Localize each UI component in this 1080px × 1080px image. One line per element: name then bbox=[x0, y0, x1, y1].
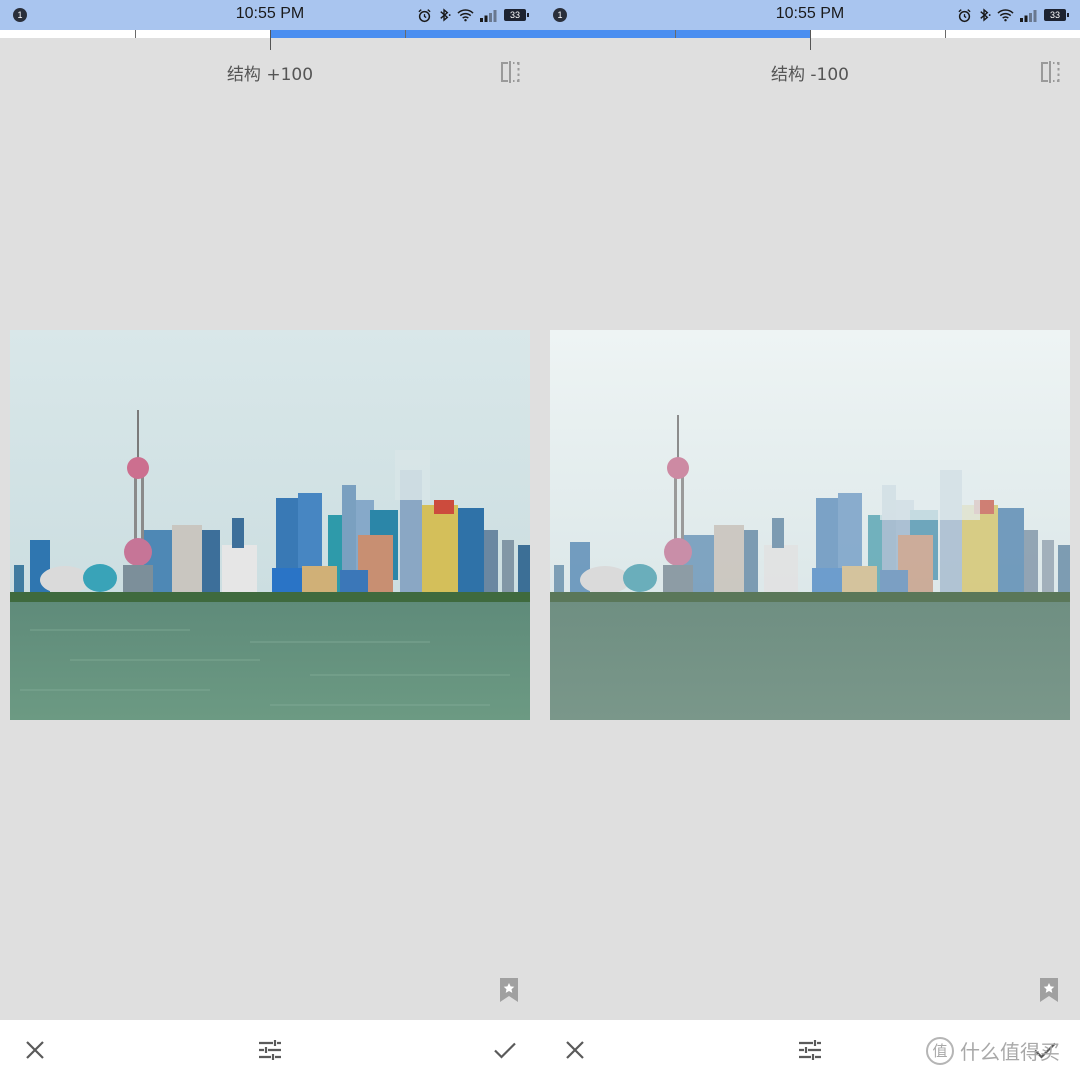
slider-center-mark bbox=[270, 30, 271, 50]
watermark-logo: 值 bbox=[926, 1036, 954, 1065]
compare-icon[interactable] bbox=[1038, 60, 1062, 84]
sliders-icon[interactable] bbox=[258, 1038, 282, 1062]
status-bar: 1 10:55 PM 33 bbox=[540, 0, 1080, 30]
watermark: 值 什么值得买 bbox=[926, 1036, 1060, 1065]
alarm-icon bbox=[958, 8, 971, 22]
bottom-toolbar bbox=[0, 1020, 540, 1080]
adjustment-label: 结构 -100 bbox=[540, 60, 1080, 85]
slider-tick bbox=[405, 30, 406, 38]
compare-icon[interactable] bbox=[498, 60, 522, 84]
close-icon[interactable] bbox=[563, 1038, 587, 1062]
bluetooth-icon bbox=[440, 8, 451, 22]
signal-icon bbox=[1020, 9, 1037, 22]
photo-preview bbox=[10, 330, 530, 720]
slider-center-mark bbox=[810, 30, 811, 50]
battery-indicator: 33 bbox=[1044, 9, 1069, 21]
adjustment-value: +100 bbox=[266, 65, 314, 85]
wifi-icon bbox=[457, 9, 474, 22]
adjustment-label: 结构 +100 bbox=[0, 60, 540, 85]
wifi-icon bbox=[997, 9, 1014, 22]
slider-tick bbox=[675, 30, 676, 38]
close-icon[interactable] bbox=[23, 1038, 47, 1062]
adjustment-name: 结构 bbox=[771, 65, 805, 85]
slider-tick bbox=[945, 30, 946, 38]
adjustment-name: 结构 bbox=[226, 65, 261, 85]
editor-panel-left: 1 10:55 PM 33 结构 +100 bbox=[0, 0, 540, 1080]
adjustment-value: -100 bbox=[810, 65, 849, 85]
photo-preview bbox=[550, 330, 1070, 720]
adjustment-slider[interactable] bbox=[540, 30, 1080, 50]
check-icon[interactable] bbox=[493, 1038, 517, 1062]
bluetooth-icon bbox=[980, 8, 991, 22]
alarm-icon bbox=[418, 8, 431, 22]
watermark-text: 什么值得买 bbox=[960, 1040, 1060, 1064]
status-bar: 1 10:55 PM 33 bbox=[0, 0, 540, 30]
adjustment-slider[interactable] bbox=[0, 30, 540, 50]
slider-tick bbox=[135, 30, 136, 38]
battery-indicator: 33 bbox=[504, 9, 529, 21]
sliders-icon[interactable] bbox=[798, 1038, 822, 1062]
bookmark-star-icon[interactable] bbox=[499, 978, 519, 1002]
signal-icon bbox=[480, 9, 497, 22]
bookmark-star-icon[interactable] bbox=[1039, 978, 1059, 1002]
editor-panel-right: 1 10:55 PM 33 结构 -100 bbox=[540, 0, 1080, 1080]
